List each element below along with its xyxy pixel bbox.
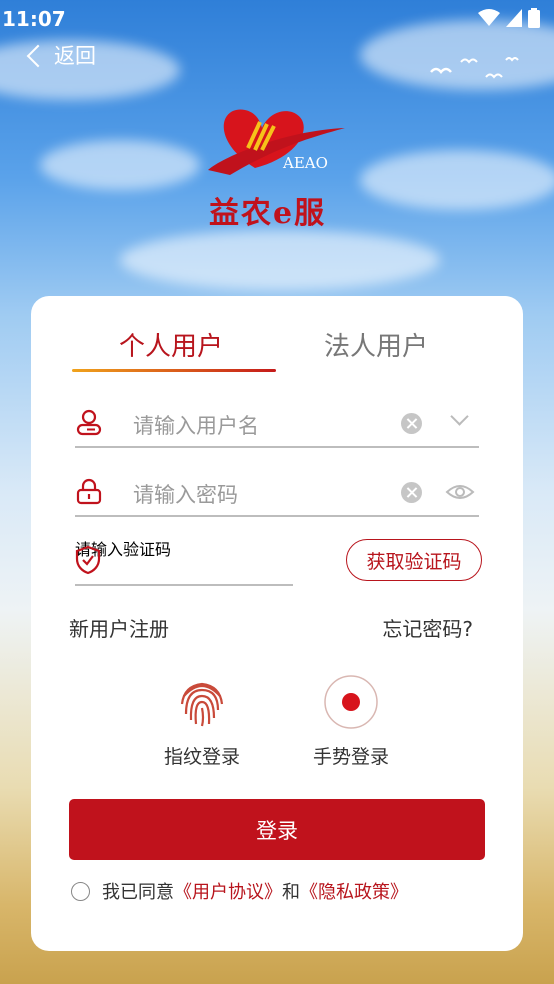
gesture-login-label: 手势登录 <box>312 746 389 768</box>
back-button[interactable]: 返回 <box>26 40 96 70</box>
back-label: 返回 <box>54 44 96 68</box>
chevron-down-icon[interactable] <box>450 407 469 426</box>
privacy-policy-link[interactable]: 《隐私政策》 <box>300 878 408 904</box>
gesture-icon <box>324 675 378 729</box>
status-bar: 11:07 <box>0 0 554 36</box>
clear-icon[interactable] <box>401 482 422 503</box>
user-icon <box>76 409 102 436</box>
status-icons <box>478 8 540 28</box>
tab-active-indicator <box>72 369 276 372</box>
wifi-icon <box>478 9 500 26</box>
chevron-left-icon <box>26 44 50 68</box>
username-input[interactable]: 请输入用户名 <box>133 410 259 440</box>
register-link[interactable]: 新用户注册 <box>69 613 169 642</box>
login-button[interactable]: 登录 <box>69 799 485 860</box>
code-input[interactable]: 请输入验证码 <box>75 536 293 560</box>
lock-icon <box>76 478 102 505</box>
agree-radio[interactable] <box>71 881 90 901</box>
password-input[interactable]: 请输入密码 <box>133 479 238 509</box>
forgot-password-link[interactable]: 忘记密码? <box>382 613 473 642</box>
fingerprint-login-button[interactable]: 指纹登录 <box>157 674 247 769</box>
tab-legal-user[interactable]: 法人用户 <box>324 326 428 363</box>
verification-code-field[interactable]: 请输入验证码 <box>75 536 293 586</box>
brand-name: 益农e服 <box>209 196 327 231</box>
shield-check-icon <box>75 545 101 575</box>
brand-subtitle: AEAO <box>283 154 328 172</box>
signal-icon <box>506 9 522 27</box>
get-code-button[interactable]: 获取验证码 <box>346 539 482 581</box>
gesture-login-button[interactable]: 手势登录 <box>305 674 397 769</box>
eye-icon[interactable] <box>445 482 475 502</box>
login-card: 个人用户 法人用户 请输入用户名 请输入密码 请输入验证码 获取验证码 新用户注… <box>31 296 523 951</box>
birds-decoration <box>430 57 519 79</box>
clear-icon[interactable] <box>401 413 422 434</box>
user-agreement-link[interactable]: 《用户协议》 <box>174 878 282 904</box>
password-field[interactable]: 请输入密码 <box>75 467 479 517</box>
status-time: 11:07 <box>2 7 66 31</box>
fingerprint-icon <box>180 682 224 727</box>
username-field[interactable]: 请输入用户名 <box>75 398 479 448</box>
battery-icon <box>528 8 540 28</box>
agree-prefix: 我已同意 <box>102 882 174 903</box>
agreement-row: 我已同意 《用户协议》 和 《隐私政策》 <box>71 878 408 904</box>
agree-and: 和 <box>282 882 300 903</box>
tab-personal-user[interactable]: 个人用户 <box>119 326 223 363</box>
fingerprint-login-label: 指纹登录 <box>163 746 240 768</box>
